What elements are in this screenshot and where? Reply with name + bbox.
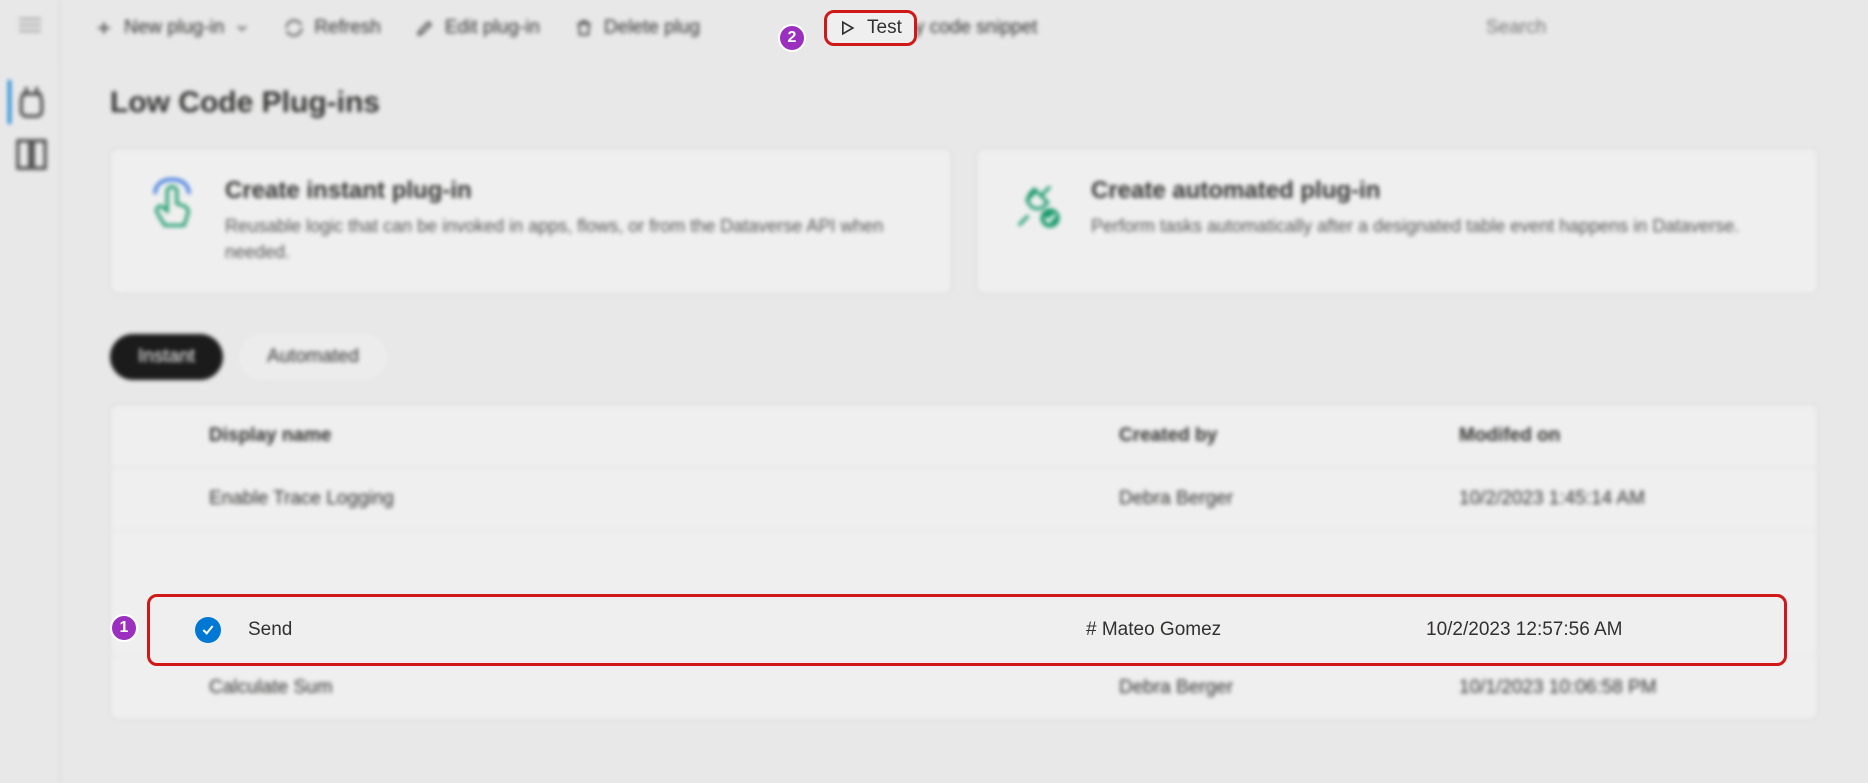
table-row[interactable]: Enable Trace Logging Debra Berger 10/2/2… [111, 468, 1817, 531]
card-instant-desc: Reusable logic that can be invoked in ap… [225, 213, 919, 265]
col-display-name[interactable]: Display name [209, 425, 1119, 447]
cell-modified: 10/2/2023 1:45:14 AM [1459, 488, 1799, 510]
row-check-icon[interactable] [195, 617, 221, 643]
test-button[interactable]: Test [824, 10, 917, 46]
tab-automated[interactable]: Automated [239, 334, 387, 380]
edit-label: Edit plug-in [445, 17, 540, 39]
table-row[interactable]: Calculate Sum Debra Berger 10/1/2023 10:… [111, 657, 1817, 719]
refresh-button[interactable]: Refresh [270, 9, 395, 47]
toolbar: New plug-in Refresh Edit plug-in Delete … [60, 0, 1868, 56]
cards-row: Create instant plug-in Reusable logic th… [110, 148, 1818, 294]
card-instant-title: Create instant plug-in [225, 177, 919, 205]
rail-plugin-icon[interactable] [8, 80, 52, 124]
table-row-selected[interactable]: Send # Mateo Gomez 10/2/2023 12:57:56 AM [147, 594, 1787, 666]
cell-name: Enable Trace Logging [209, 488, 1119, 510]
callout-2: 2 [778, 24, 806, 52]
plug-auto-icon [1009, 177, 1067, 235]
refresh-icon [284, 18, 304, 38]
cell-modified: 10/1/2023 10:06:58 PM [1459, 677, 1799, 699]
rail-book-icon[interactable] [8, 132, 52, 176]
hamburger-icon[interactable] [15, 10, 45, 40]
card-instant[interactable]: Create instant plug-in Reusable logic th… [110, 148, 952, 294]
col-modified-on[interactable]: Modifed on [1459, 425, 1799, 447]
card-automated-desc: Perform tasks automatically after a desi… [1091, 213, 1739, 239]
cell-created: Debra Berger [1119, 677, 1459, 699]
new-plugin-label: New plug-in [124, 17, 224, 39]
grid-header: Display name Created by Modifed on [111, 405, 1817, 468]
edit-plugin-button[interactable]: Edit plug-in [401, 9, 554, 47]
search-box[interactable] [1478, 9, 1848, 47]
callout-1: 1 [110, 614, 138, 642]
cell-name: Calculate Sum [209, 677, 1119, 699]
cell-name: Send [248, 619, 1086, 641]
pencil-icon [415, 18, 435, 38]
cell-modified: 10/2/2023 12:57:56 AM [1426, 619, 1766, 641]
col-created-by[interactable]: Created by [1119, 425, 1459, 447]
tab-instant[interactable]: Instant [110, 334, 223, 380]
cell-created: # Mateo Gomez [1086, 619, 1426, 641]
new-plugin-button[interactable]: New plug-in [80, 9, 264, 47]
play-icon [837, 18, 857, 38]
plugin-grid: Display name Created by Modifed on Enabl… [110, 404, 1818, 720]
search-input[interactable] [1478, 9, 1848, 47]
delete-label: Delete plug [604, 17, 700, 39]
card-automated-title: Create automated plug-in [1091, 177, 1739, 205]
delete-plugin-button[interactable]: Delete plug [560, 9, 714, 47]
hand-tap-icon [143, 177, 201, 235]
test-label: Test [867, 17, 902, 39]
tabs: Instant Automated [110, 334, 1818, 380]
cell-created: Debra Berger [1119, 488, 1459, 510]
chevron-down-icon [234, 20, 250, 36]
card-automated[interactable]: Create automated plug-in Perform tasks a… [976, 148, 1818, 294]
refresh-label: Refresh [314, 17, 381, 39]
trash-icon [574, 18, 594, 38]
left-rail [0, 0, 60, 783]
page-title: Low Code Plug-ins [110, 86, 1818, 120]
